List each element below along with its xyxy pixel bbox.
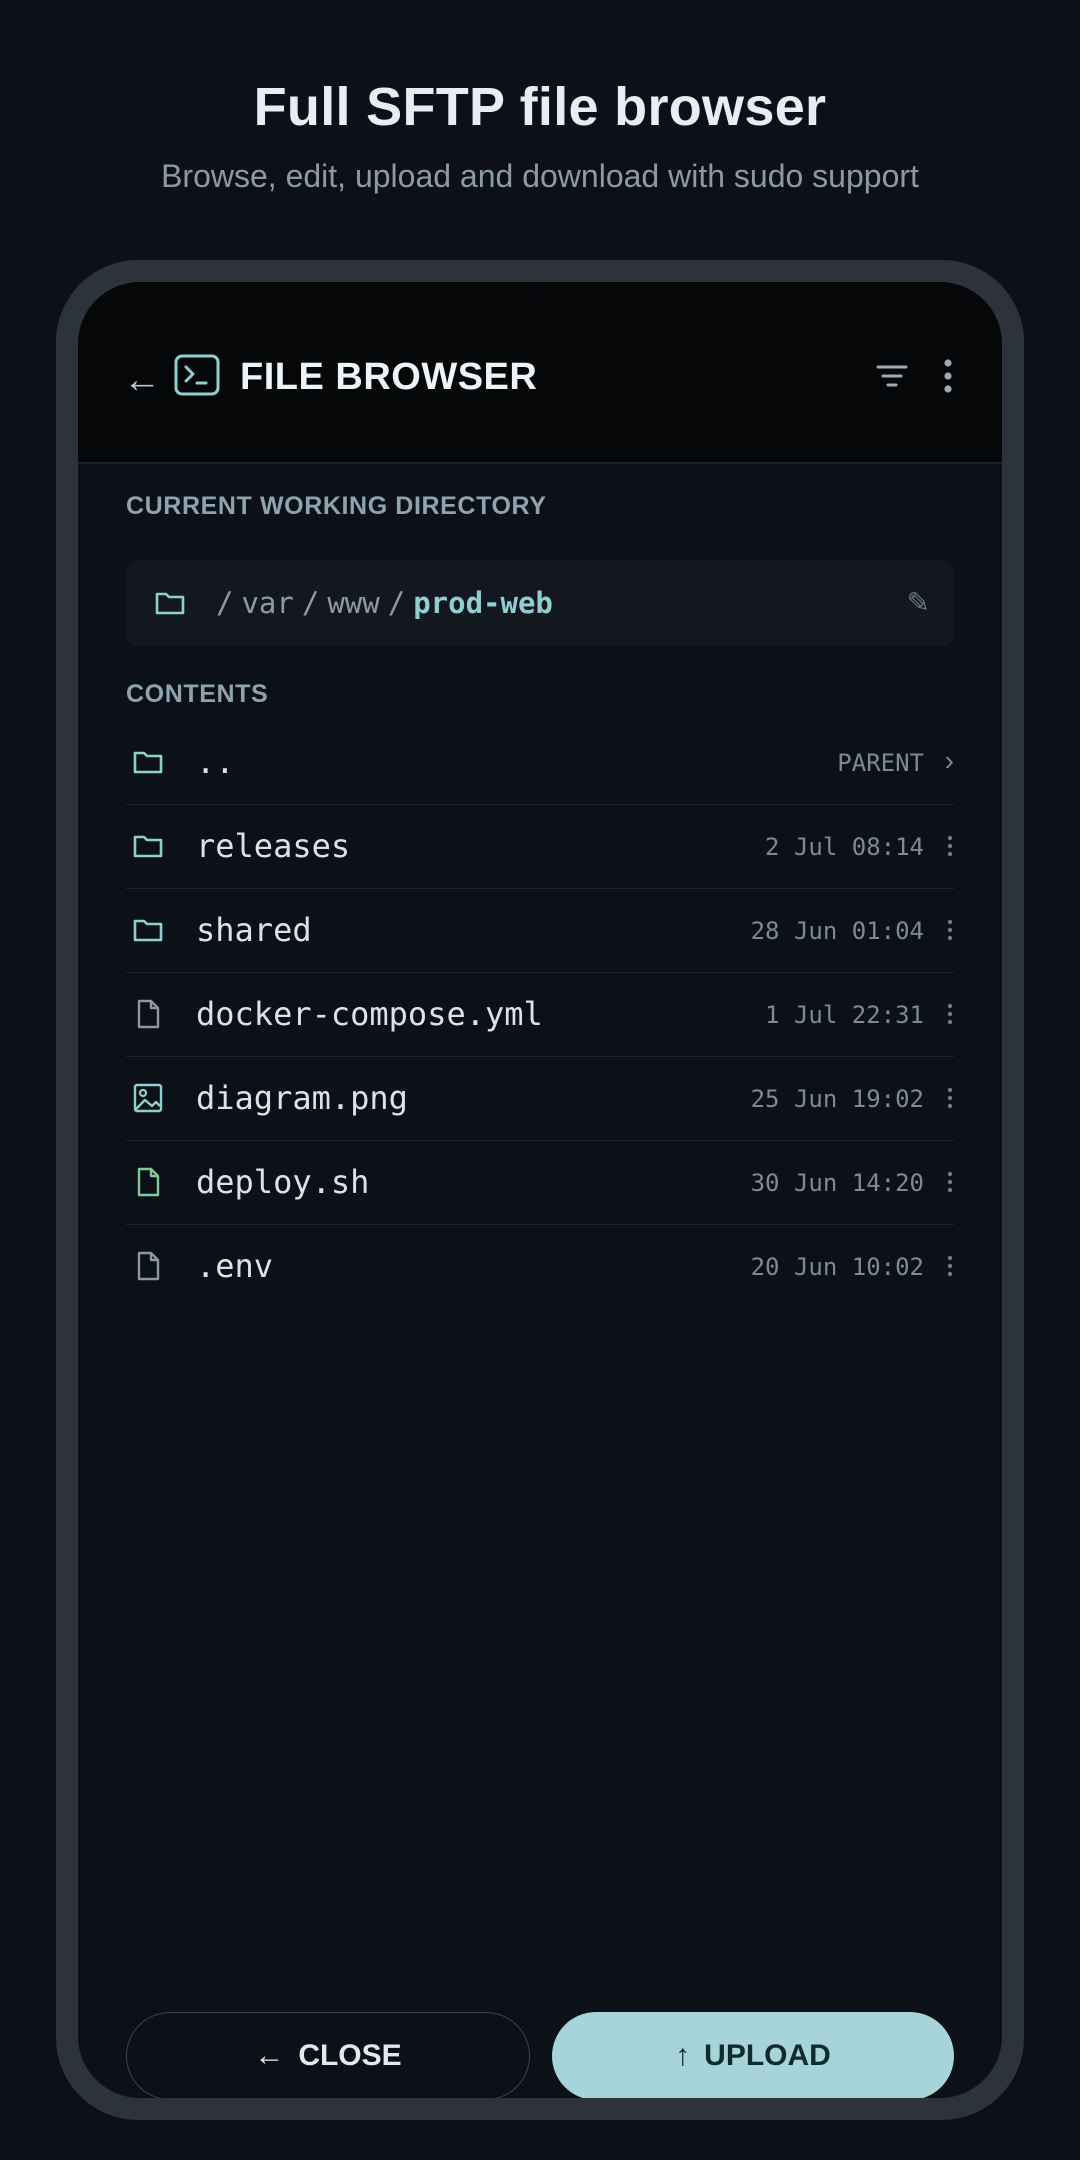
phone-screen: ← FILE BROWSER CURRENT WORKING DIRECTORY	[78, 282, 1002, 2098]
more-vert-icon[interactable]	[946, 834, 954, 858]
file-icon	[137, 1251, 160, 1281]
file-date: 20 Jun 10:02	[750, 1253, 924, 1281]
app-title: FILE BROWSER	[240, 356, 538, 398]
file-row[interactable]: diagram.png 25 Jun 19:02	[126, 1056, 954, 1141]
file-name: ..	[196, 743, 235, 781]
filter-icon[interactable]	[874, 358, 910, 394]
more-vert-icon[interactable]	[946, 1086, 954, 1110]
upload-button-label: UPLOAD	[704, 2039, 831, 2072]
upload-button[interactable]: ↑ UPLOAD	[552, 2012, 954, 2098]
more-vert-icon[interactable]	[946, 1254, 954, 1278]
more-vert-icon[interactable]	[936, 356, 960, 396]
file-row[interactable]: releases 2 Jul 08:14	[126, 804, 954, 889]
path-separator: /	[216, 586, 234, 620]
parent-directory-row[interactable]: .. PARENT ›	[126, 720, 954, 805]
path-segment[interactable]: var	[241, 586, 293, 620]
path-current-segment: prod-web	[413, 586, 553, 620]
folder-icon	[155, 592, 185, 615]
script-file-icon	[137, 1167, 160, 1197]
path-separator: /	[301, 586, 320, 620]
hero-subtitle: Browse, edit, upload and download with s…	[161, 158, 919, 194]
path-separator: /	[387, 586, 406, 620]
path-segment[interactable]: www	[327, 586, 379, 620]
image-file-icon	[133, 1083, 163, 1113]
terminal-icon	[174, 354, 220, 396]
file-date: 1 Jul 22:31	[765, 1001, 924, 1029]
folder-icon	[133, 835, 163, 858]
file-name: docker-compose.yml	[196, 995, 543, 1033]
app-bar: ← FILE BROWSER	[78, 282, 1002, 464]
file-row[interactable]: shared 28 Jun 01:04	[126, 888, 954, 973]
close-button-label: CLOSE	[298, 2039, 402, 2072]
contents-label: CONTENTS	[126, 680, 269, 708]
file-name: shared	[196, 911, 312, 949]
cwd-label: CURRENT WORKING DIRECTORY	[126, 492, 547, 520]
hero-title: Full SFTP file browser	[253, 77, 827, 137]
close-button[interactable]: ← CLOSE	[126, 2012, 530, 2098]
file-name: .env	[196, 1247, 274, 1285]
file-name: releases	[196, 827, 351, 865]
file-icon	[137, 999, 160, 1029]
file-date: 2 Jul 08:14	[765, 833, 924, 861]
file-date: 30 Jun 14:20	[750, 1169, 924, 1197]
back-arrow-icon: ←	[254, 2039, 285, 2072]
file-date: 25 Jun 19:02	[750, 1085, 924, 1113]
file-row[interactable]: docker-compose.yml 1 Jul 22:31	[126, 972, 954, 1057]
upload-arrow-icon: ↑	[675, 2039, 691, 2072]
more-vert-icon[interactable]	[946, 1170, 954, 1194]
folder-icon	[133, 919, 163, 942]
back-arrow-icon[interactable]: ←	[114, 354, 170, 406]
chevron-right-icon: ›	[944, 745, 954, 776]
parent-label: PARENT	[837, 749, 924, 777]
file-row[interactable]: .env 20 Jun 10:02	[126, 1224, 954, 1308]
cwd-path: / var / www / prod-web	[208, 584, 553, 622]
more-vert-icon[interactable]	[946, 918, 954, 942]
phone-frame: ← FILE BROWSER CURRENT WORKING DIRECTORY	[56, 260, 1024, 2120]
file-date: 28 Jun 01:04	[750, 917, 924, 945]
file-name: diagram.png	[196, 1079, 408, 1117]
more-vert-icon[interactable]	[946, 1002, 954, 1026]
edit-path-icon[interactable]: ✎	[907, 586, 930, 619]
folder-icon	[133, 751, 163, 774]
cwd-path-bar[interactable]: / var / www / prod-web ✎	[126, 560, 954, 646]
file-name: deploy.sh	[196, 1163, 370, 1201]
file-row[interactable]: deploy.sh 30 Jun 14:20	[126, 1140, 954, 1225]
